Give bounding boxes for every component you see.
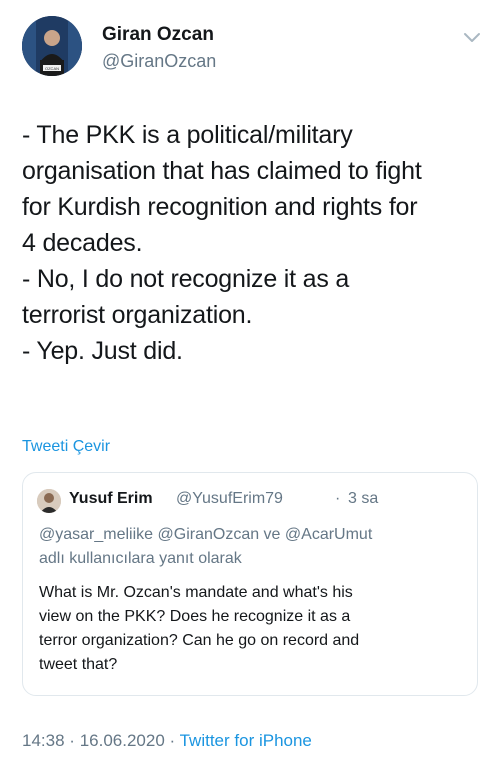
quoted-author-handle[interactable]: @YusufErim79 [176,490,283,508]
tweet-text-line: terrorist organization. [22,301,253,329]
quoted-tweet[interactable]: Yusuf Erim @YusufErim79 · 3 sa @yasar_me… [22,472,478,696]
tweet-text-line: 4 decades. [22,229,143,257]
quoted-text-line: What is Mr. Ozcan's mandate and what's h… [39,584,353,601]
translate-tweet-link[interactable]: Tweeti Çevir [22,438,110,456]
quoted-reply-label: adlı kullanıcılara yanıt olarak [39,550,242,567]
tweet-date[interactable]: 16.06.2020 [80,731,165,750]
tweet: OZCAN Giran Ozcan @GiranOzcan - The PKK … [0,0,500,772]
quoted-text-line: view on the PKK? Does he recognize it as… [39,608,351,625]
avatar-nameplate: OZCAN [45,66,59,71]
tweet-text-line: for Kurdish recognition and rights for [22,193,418,221]
quoted-text-line: terror organization? Can he go on record… [39,632,360,649]
author-handle[interactable]: @GiranOzcan [102,51,216,72]
quoted-text-line: tweet that? [39,656,118,673]
tweet-text-line: - Yep. Just did. [22,337,183,365]
meta-separator: · [169,731,176,750]
quoted-tweet-text: What is Mr. Ozcan's mandate and what's h… [39,581,469,677]
quoted-reply-context: @yasar_meliike @GiranOzcan ve @AcarUmut … [39,523,469,571]
tweet-header: OZCAN Giran Ozcan @GiranOzcan [22,16,482,76]
quoted-separator: · [335,490,341,507]
tweet-text-line: - No, I do not recognize it as a [22,265,350,293]
quoted-reply-mentions: @yasar_meliike @GiranOzcan ve @AcarUmut [39,526,373,543]
author-name[interactable]: Giran Ozcan [102,24,214,46]
tweet-source-link[interactable]: Twitter for iPhone [180,731,312,750]
tweet-metadata: 14:38 · 16.06.2020 · Twitter for iPhone [22,731,312,751]
tweet-text: - The PKK is a political/military organi… [22,117,482,369]
author-avatar[interactable]: OZCAN [22,16,82,76]
tweet-time[interactable]: 14:38 [22,731,65,750]
quoted-author-name[interactable]: Yusuf Erim [69,490,153,508]
chevron-down-icon[interactable] [462,30,482,46]
tweet-text-line: organisation that has claimed to fight [22,157,422,185]
meta-separator: · [69,731,75,750]
quoted-author-avatar[interactable] [37,489,61,513]
tweet-text-line: - The PKK is a political/military [22,121,353,149]
quoted-timestamp: 3 sa [348,490,379,507]
